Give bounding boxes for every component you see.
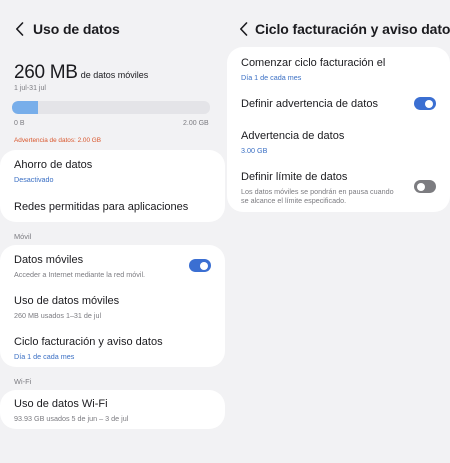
mobile-usage-row[interactable]: Uso de datos móviles 260 MB usados 1–31 … — [14, 295, 211, 320]
set-warning-row[interactable]: Definir advertencia de datos — [241, 98, 436, 111]
data-usage-screen: Uso de datos 260 MB de datos móviles 1 j… — [0, 0, 227, 463]
usage-amount-unit: de datos móviles — [80, 70, 149, 80]
wifi-usage-title: Uso de datos Wi-Fi — [14, 398, 108, 410]
mobile-data-title: Datos móviles — [14, 254, 84, 266]
usage-period: 1 jul-31 jul — [14, 85, 46, 92]
back-button[interactable] — [239, 19, 248, 39]
billing-cycle-screen: Ciclo facturación y aviso datos Comenzar… — [227, 0, 450, 463]
mobile-data-row[interactable]: Datos móviles Acceder a Internet mediant… — [14, 254, 211, 279]
set-warning-title: Definir advertencia de datos — [241, 98, 378, 110]
set-limit-title: Definir límite de datos — [241, 171, 348, 183]
usage-progress-bar — [12, 101, 210, 114]
billing-settings-card: Comenzar ciclo facturación el Día 1 de c… — [227, 47, 450, 212]
data-warning-toggle[interactable] — [414, 97, 436, 110]
data-saver-row[interactable]: Ahorro de datos Desactivado — [14, 159, 211, 184]
warning-amount-row[interactable]: Advertencia de datos 3.00 GB — [241, 130, 436, 155]
warning-amount-title: Advertencia de datos — [241, 130, 345, 142]
wifi-usage-row[interactable]: Uso de datos Wi-Fi 93.93 GB usados 5 de … — [14, 398, 211, 423]
allowed-networks-title: Redes permitidas para aplicaciones — [14, 201, 189, 213]
mobile-data-toggle[interactable] — [189, 259, 211, 272]
usage-amount: 260 MB de datos móviles — [14, 62, 148, 84]
data-saver-status: Desactivado — [14, 175, 54, 184]
back-arrow-icon — [15, 22, 23, 36]
mobile-card: Datos móviles Acceder a Internet mediant… — [0, 245, 225, 367]
page-title: Ciclo facturación y aviso datos — [255, 21, 450, 37]
mobile-section-label: Móvil — [14, 232, 32, 241]
toggle-knob — [425, 99, 433, 108]
wifi-section-label: Wi-Fi — [14, 377, 32, 386]
bar-max-label: 2.00 GB — [183, 120, 209, 127]
header: Uso de datos — [0, 18, 227, 40]
wifi-usage-desc: 93.93 GB usados 5 de jun – 3 de jul — [14, 414, 129, 423]
toggle-knob — [417, 182, 425, 191]
mobile-usage-desc: 260 MB usados 1–31 de jul — [14, 311, 102, 320]
back-arrow-icon — [240, 22, 248, 36]
set-limit-row[interactable]: Definir límite de datos Los datos móvile… — [241, 171, 436, 205]
back-button[interactable] — [12, 19, 26, 39]
billing-cycle-desc: Día 1 de cada mes — [14, 352, 75, 361]
data-limit-toggle[interactable] — [414, 180, 436, 193]
allowed-networks-row[interactable]: Redes permitidas para aplicaciones — [14, 201, 211, 214]
mobile-usage-title: Uso de datos móviles — [14, 295, 120, 307]
data-saver-title: Ahorro de datos — [14, 159, 93, 171]
cycle-start-title: Comenzar ciclo facturación el — [241, 57, 386, 69]
billing-cycle-title: Ciclo facturación y aviso datos — [14, 336, 163, 348]
usage-amount-value: 260 MB — [14, 62, 78, 83]
cycle-start-row[interactable]: Comenzar ciclo facturación el Día 1 de c… — [241, 57, 436, 82]
usage-progress-fill — [12, 101, 38, 114]
billing-cycle-row[interactable]: Ciclo facturación y aviso datos Día 1 de… — [14, 336, 211, 361]
cycle-start-value: Día 1 de cada mes — [241, 73, 302, 82]
mobile-data-desc: Acceder a Internet mediante la red móvil… — [14, 270, 146, 279]
toggle-knob — [200, 261, 208, 270]
set-limit-desc-line2: se alcance el límite especificado. — [241, 196, 347, 205]
warning-amount-value: 3.00 GB — [241, 146, 268, 155]
page-title: Uso de datos — [33, 21, 120, 37]
wifi-card: Uso de datos Wi-Fi 93.93 GB usados 5 de … — [0, 390, 225, 429]
data-warning-note: Advertencia de datos: 2.00 GB — [14, 137, 102, 144]
set-limit-desc-line1: Los datos móviles se pondrán en pausa cu… — [241, 187, 394, 196]
header: Ciclo facturación y aviso datos — [227, 18, 450, 40]
bar-min-label: 0 B — [14, 120, 25, 127]
data-settings-card: Ahorro de datos Desactivado Redes permit… — [0, 150, 225, 222]
